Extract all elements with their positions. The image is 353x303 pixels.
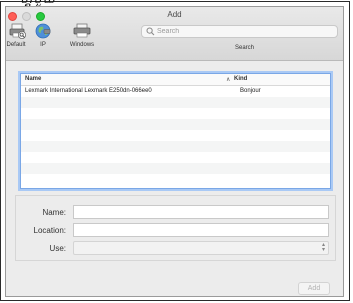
search-field[interactable] [141,25,338,38]
add-button[interactable]: Add [298,282,330,295]
empty-row [21,141,330,152]
use-select[interactable]: ▴ ▾ [73,241,329,255]
window-title: Add [167,10,182,19]
screenshot-frame: ហ្គមួយ Add Default [0,0,353,303]
windows-printer-icon [73,23,91,38]
column-header-kind[interactable]: Kind [234,76,247,82]
printer-name-cell: Lexmark International Lexmark E250dn-066… [25,88,152,94]
search-label: Search [235,45,255,51]
printer-list[interactable]: Name ∧ Kind Lexmark International Lexmar… [20,73,331,189]
sort-ascending-icon: ∧ [226,77,231,83]
toolbar: Add Default IP Windows Search Search [6,7,343,61]
toolbar-windows-button[interactable]: Windows [63,23,101,48]
printer-default-icon [9,23,26,39]
empty-row [21,130,330,141]
toolbar-ip-button[interactable]: IP [34,23,52,48]
empty-row [21,163,330,174]
table-header: Name ∧ Kind [21,74,330,86]
toolbar-default-button[interactable]: Default [6,23,30,48]
chevron-up-down-icon: ▴ ▾ [321,242,325,253]
table-row[interactable]: Lexmark International Lexmark E250dn-066… [21,86,330,97]
empty-row [21,108,330,119]
printer-kind-cell: Bonjour [240,88,261,94]
globe-icon [35,23,51,39]
empty-row [21,119,330,130]
toolbar-ip-label: IP [40,42,46,48]
search-icon [146,27,155,36]
add-printer-window: Add Default IP Windows Search Search Nam… [5,6,344,297]
use-label: Use: [49,244,66,253]
toolbar-windows-label: Windows [69,42,95,48]
location-label: Location: [33,226,66,235]
column-header-name[interactable]: Name [25,76,41,82]
name-label: Name: [42,208,66,217]
empty-row [21,97,330,108]
location-field[interactable] [73,223,329,237]
empty-row [21,152,330,163]
toolbar-default-label: Default [6,42,26,48]
name-field[interactable] [73,205,329,219]
empty-row [21,174,330,185]
search-input[interactable] [157,26,327,37]
